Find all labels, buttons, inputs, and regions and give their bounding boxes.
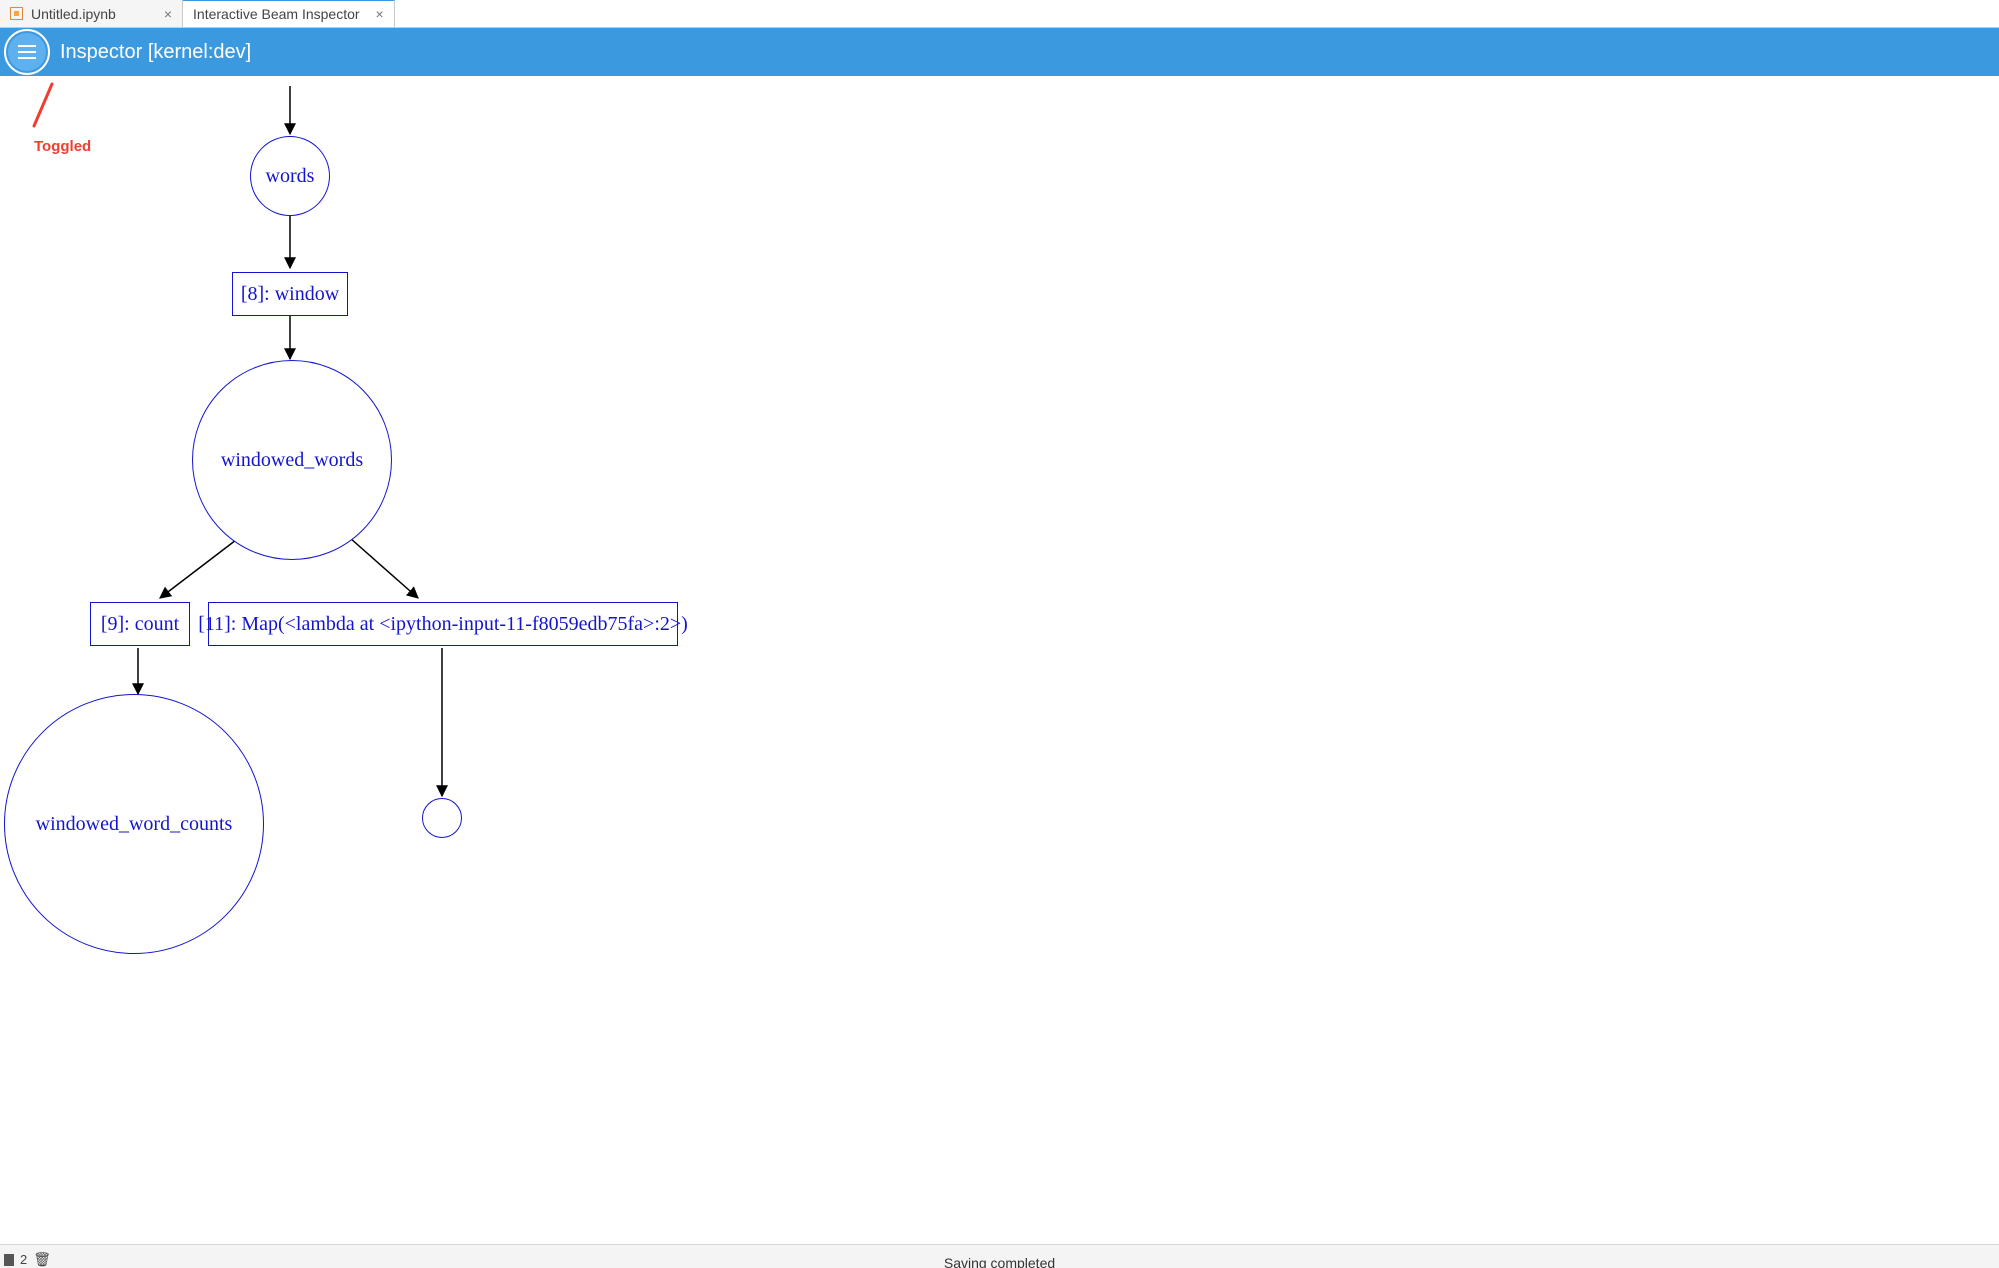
status-tabs-icon (4, 1254, 14, 1266)
node-count[interactable]: [9]: count (90, 602, 190, 646)
close-icon[interactable]: × (376, 6, 384, 22)
tab-strip: Untitled.ipynb × Interactive Beam Inspec… (0, 0, 1999, 28)
hamburger-icon (18, 45, 36, 47)
tab-label: Interactive Beam Inspector (193, 6, 360, 22)
inspector-title: Inspector [kernel:dev] (60, 41, 251, 64)
tab-label: Untitled.ipynb (31, 6, 116, 22)
node-map-lambda[interactable]: [11]: Map(<lambda at <ipython-input-11-f… (208, 602, 678, 646)
trash-icon[interactable]: 🗑 (33, 1251, 51, 1268)
status-bar: 2 🗑 Saving completed (0, 1244, 1999, 1268)
pipeline-graph[interactable]: words [8]: window windowed_words [9]: co… (0, 76, 1999, 1244)
node-windowed-words[interactable]: windowed_words (192, 360, 392, 560)
menu-toggle-button[interactable] (8, 33, 46, 71)
tab-interactive-beam-inspector[interactable]: Interactive Beam Inspector × (183, 0, 395, 27)
close-icon[interactable]: × (164, 6, 172, 22)
inspector-header: Inspector [kernel:dev] (0, 28, 1999, 76)
status-tab-count: 2 (20, 1252, 27, 1267)
tab-untitled-ipynb[interactable]: Untitled.ipynb × (0, 0, 183, 27)
node-words[interactable]: words (250, 136, 330, 216)
graph-edges (0, 76, 1999, 1244)
node-window[interactable]: [8]: window (232, 272, 348, 316)
notebook-icon (10, 7, 23, 20)
node-anon-output[interactable] (422, 798, 462, 838)
status-left: 2 🗑 (4, 1251, 51, 1268)
status-message: Saving completed (944, 1255, 1055, 1268)
node-windowed-word-counts[interactable]: windowed_word_counts (4, 694, 264, 954)
